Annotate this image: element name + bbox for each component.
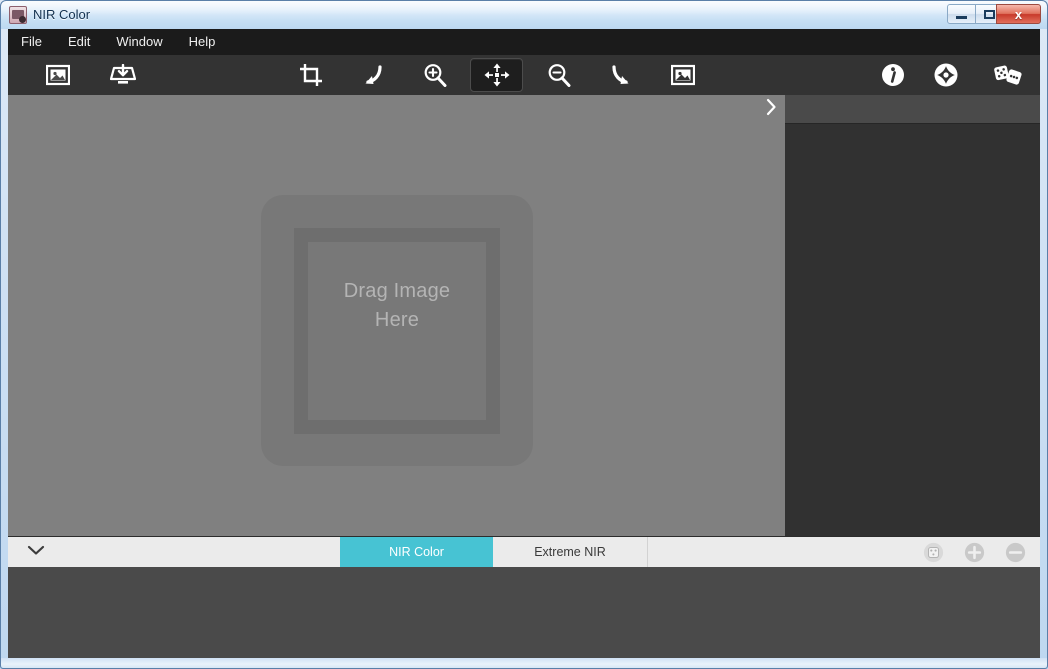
chevron-down-icon: [27, 543, 45, 561]
undo-button[interactable]: [353, 58, 391, 92]
dropzone-label: Drag Image Here: [261, 277, 533, 335]
menu-bar: File Edit Window Help: [8, 29, 1040, 55]
image-icon: [671, 64, 695, 86]
dropzone-label-line2: Here: [374, 309, 420, 331]
info-button[interactable]: [874, 58, 912, 92]
zoom-out-button[interactable]: [540, 58, 578, 92]
dropzone-label-line1: Drag Image: [343, 280, 451, 302]
tab-nir-color[interactable]: NIR Color: [340, 537, 493, 567]
toolbar: [8, 55, 1040, 96]
preset-tab-bar: NIR Color Extreme NIR: [8, 536, 1040, 571]
crop-tool-button[interactable]: [292, 58, 330, 92]
add-preset-button[interactable]: [964, 542, 985, 563]
menu-item-edit[interactable]: Edit: [55, 30, 103, 54]
image-dropzone[interactable]: Drag Image Here: [261, 195, 533, 466]
redo-arrow-icon: [610, 64, 634, 86]
right-panel-body: [785, 125, 1040, 536]
save-tray-down-icon: [110, 64, 136, 86]
image-icon: [46, 64, 70, 86]
magnifier-plus-icon: [423, 63, 447, 87]
save-image-button[interactable]: [104, 58, 142, 92]
tab-extreme-nir[interactable]: Extreme NIR: [493, 537, 648, 567]
app-icon-badge: [19, 16, 26, 23]
dice-icon: [993, 63, 1023, 87]
menu-item-help[interactable]: Help: [176, 30, 229, 54]
undo-arrow-icon: [360, 64, 384, 86]
open-image-button[interactable]: [39, 58, 77, 92]
plus-circle-icon: [964, 542, 985, 563]
info-circle-icon: [881, 63, 905, 87]
minus-circle-icon: [1005, 542, 1026, 563]
randomize-preset-button[interactable]: [923, 542, 944, 563]
zoom-in-button[interactable]: [416, 58, 454, 92]
minimize-icon: [948, 5, 975, 23]
image-canvas[interactable]: Drag Image Here: [8, 95, 785, 536]
minimize-button[interactable]: [947, 4, 976, 24]
menu-item-window[interactable]: Window: [103, 30, 175, 54]
application-window: NIR Color x File Edit Window Help Drag I…: [0, 0, 1048, 669]
menu-item-file[interactable]: File: [8, 30, 55, 54]
move-arrows-icon: [484, 63, 510, 87]
panel-expand-button[interactable]: [757, 95, 785, 123]
title-bar: NIR Color x: [1, 1, 1047, 29]
titlebar-sheen: [1, 1, 1047, 15]
client-area: File Edit Window Help Drag Image Here NI…: [8, 29, 1040, 658]
settings-button[interactable]: [927, 58, 965, 92]
window-bottom-edge: [1, 658, 1047, 668]
compare-image-button[interactable]: [664, 58, 702, 92]
chevron-right-icon: [765, 98, 777, 121]
magnifier-minus-icon: [547, 63, 571, 87]
right-panel-header: [785, 95, 1040, 124]
window-title: NIR Color: [33, 7, 91, 22]
right-panel: [785, 95, 1040, 536]
collapse-panel-button[interactable]: [14, 537, 58, 567]
remove-preset-button[interactable]: [1005, 542, 1026, 563]
random-button[interactable]: [986, 58, 1030, 92]
close-button[interactable]: x: [996, 4, 1041, 24]
tab-actions: [923, 537, 1026, 567]
aperture-circle-icon: [933, 62, 959, 88]
dice-circle-icon: [923, 542, 944, 563]
presets-panel[interactable]: [8, 567, 1040, 658]
close-icon: x: [1014, 6, 1023, 22]
app-icon: [9, 6, 27, 24]
redo-button[interactable]: [603, 58, 641, 92]
tab-list: NIR Color Extreme NIR: [340, 537, 648, 567]
move-tool-button[interactable]: [470, 58, 523, 92]
crop-icon: [299, 63, 323, 87]
